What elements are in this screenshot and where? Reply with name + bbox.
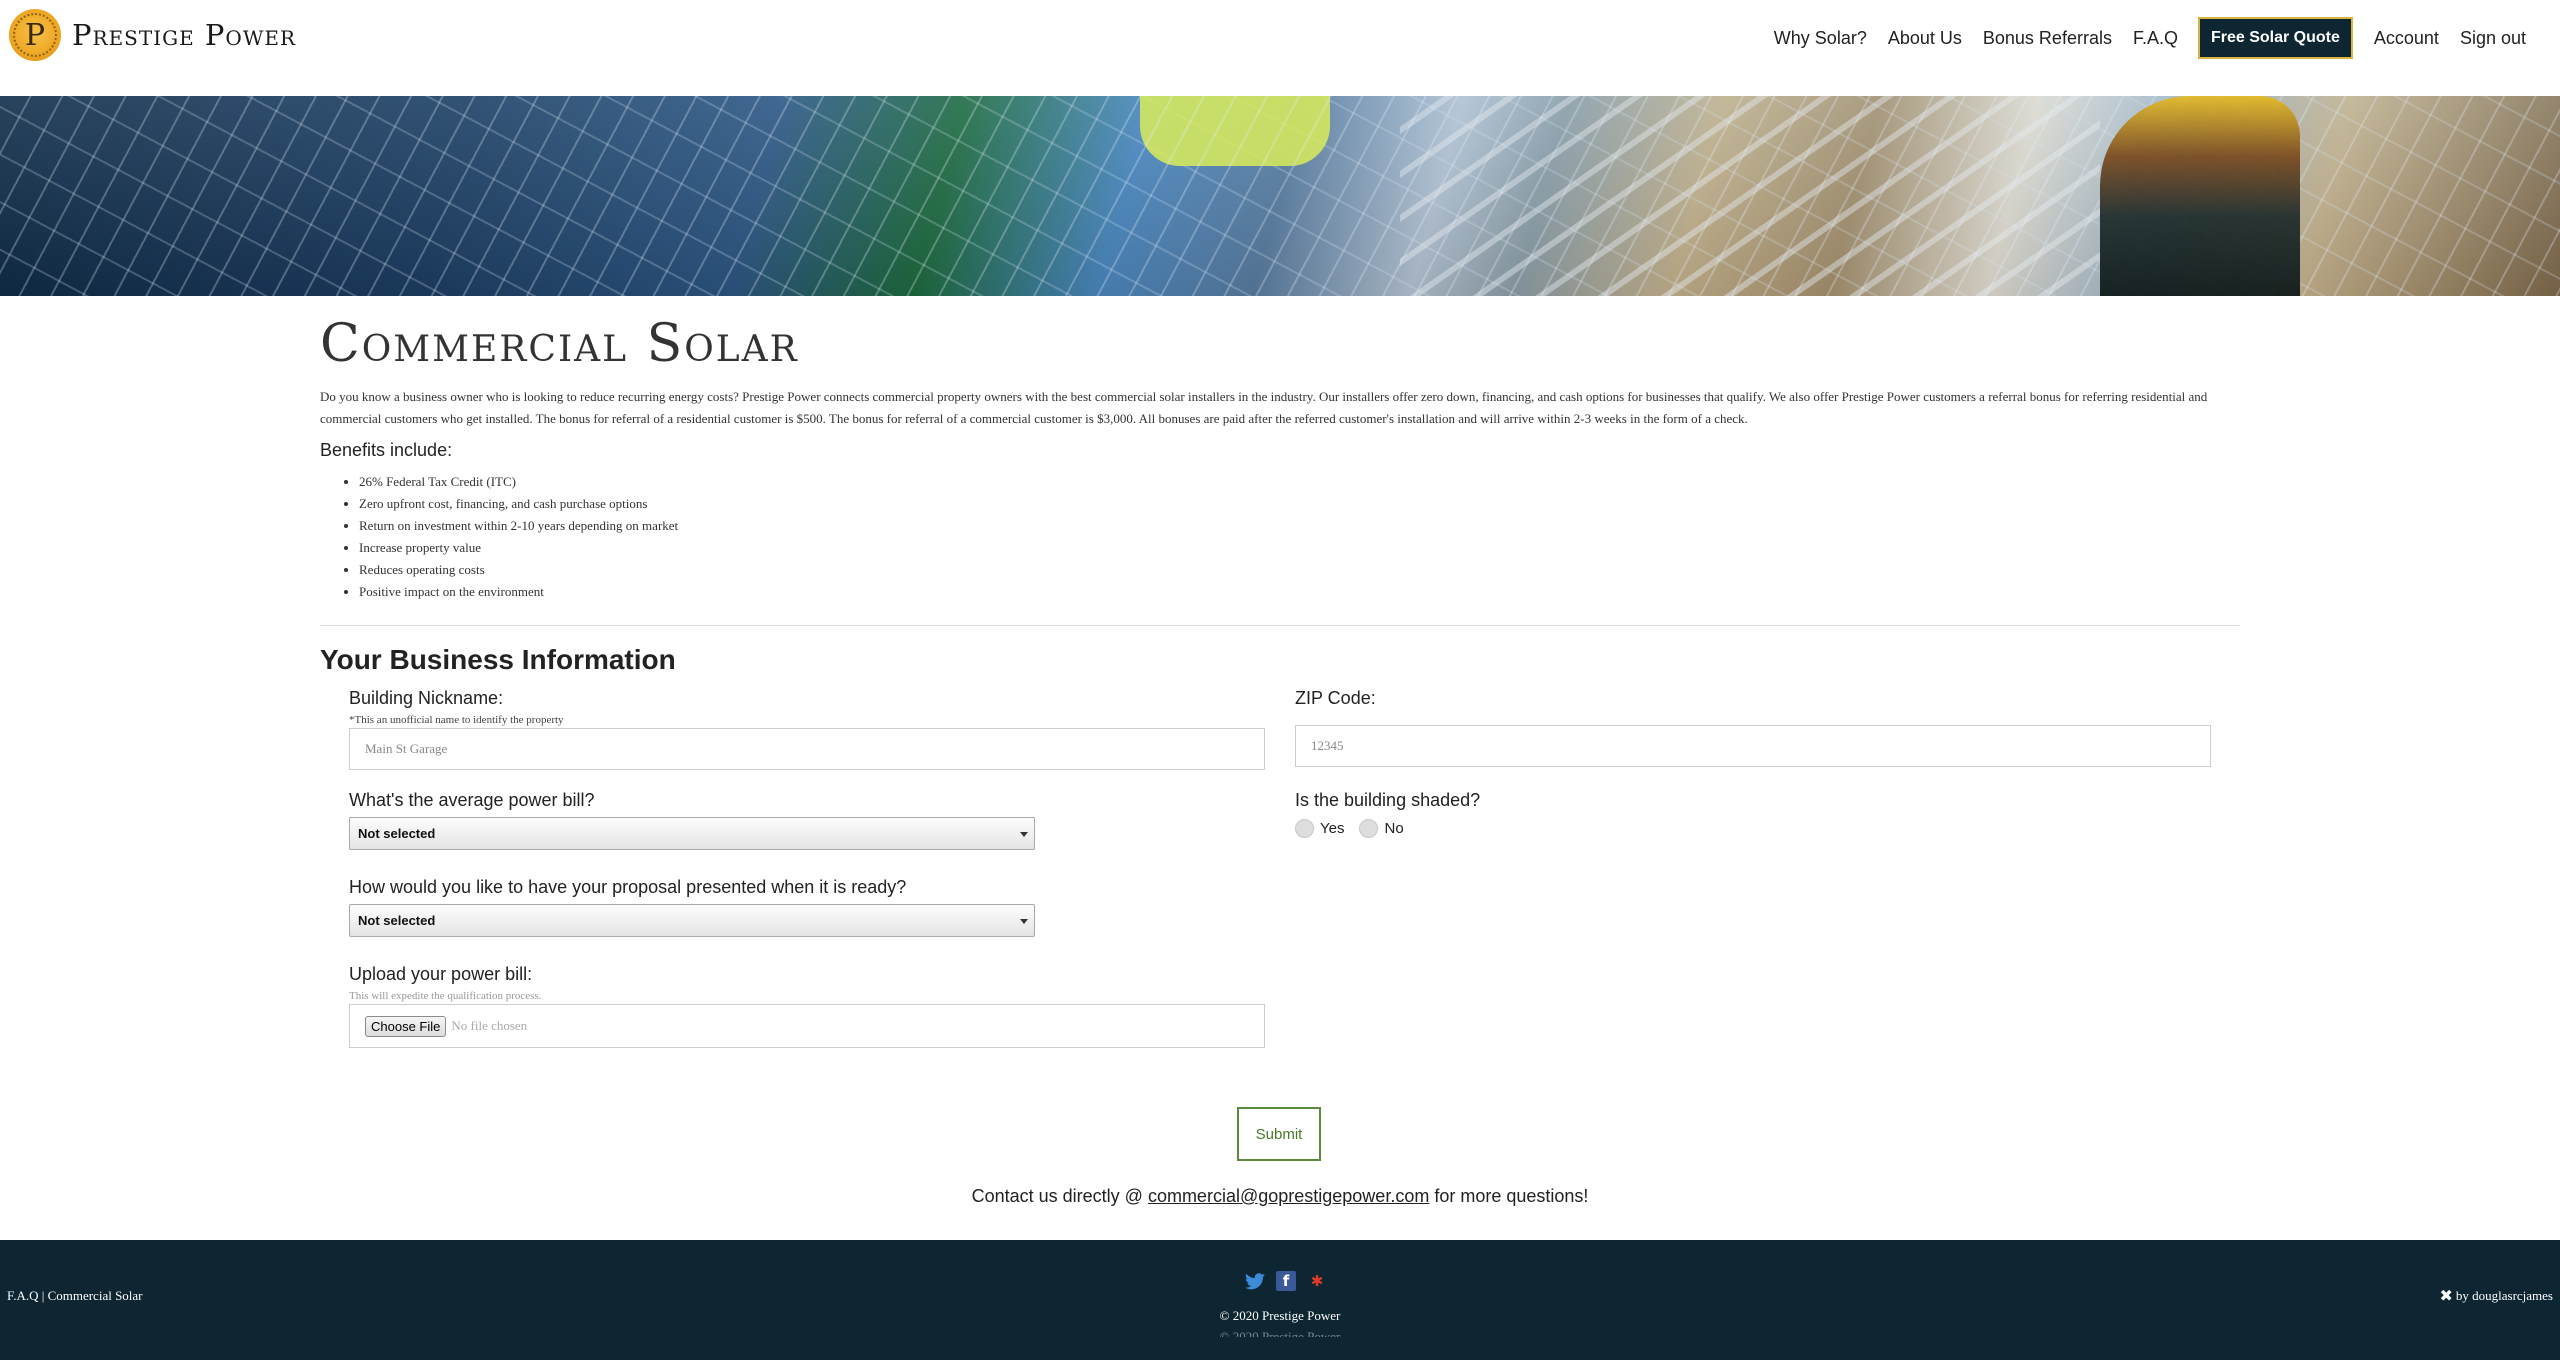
- section-divider: [320, 625, 2240, 626]
- benefit-item: Positive impact on the environment: [359, 581, 2240, 603]
- proposal-format-label: How would you like to have your proposal…: [349, 877, 907, 897]
- free-solar-quote-button[interactable]: Free Solar Quote: [2197, 17, 2353, 59]
- intro-paragraph: Do you know a business owner who is look…: [320, 389, 2208, 426]
- social-links: f ✱: [1245, 1271, 1338, 1291]
- power-bill-file-input[interactable]: Choose File No file chosen: [349, 1004, 1265, 1048]
- business-info-form: Building Nickname: *This an unofficial n…: [320, 676, 2240, 1096]
- upload-hint: This will expedite the qualification pro…: [349, 990, 542, 1002]
- copyright-duplicate: © 2020 Prestige Power: [1219, 1329, 1341, 1337]
- shaded-yes-label[interactable]: Yes: [1320, 820, 1344, 837]
- building-nickname-hint: *This an unofficial name to identify the…: [349, 714, 564, 726]
- brand-home-link[interactable]: P Prestige Power: [9, 9, 296, 61]
- chevron-down-icon: [1020, 832, 1028, 837]
- wrench-icon: ✖: [2439, 1288, 2453, 1305]
- footer-breadcrumb: F.A.Q | Commercial Solar: [7, 1288, 143, 1303]
- contact-line: Contact us directly @ commercial@goprest…: [320, 1186, 2240, 1207]
- nav-about-us[interactable]: About Us: [1888, 28, 1962, 49]
- chevron-down-icon: [1020, 919, 1028, 924]
- nav-why-solar[interactable]: Why Solar?: [1774, 28, 1867, 49]
- choose-file-button[interactable]: Choose File: [365, 1015, 447, 1037]
- facebook-icon[interactable]: f: [1276, 1271, 1296, 1291]
- benefit-item: Increase property value: [359, 537, 2240, 559]
- power-bill-select-value: Not selected: [358, 826, 436, 841]
- business-info-heading: Your Business Information: [320, 644, 676, 675]
- benefits-list: 26% Federal Tax Credit (ITC) Zero upfron…: [359, 471, 2240, 603]
- nav-faq[interactable]: F.A.Q: [2133, 28, 2178, 49]
- twitter-icon[interactable]: [1245, 1271, 1265, 1291]
- contact-email-link[interactable]: commercial@goprestigepower.com: [1148, 1186, 1429, 1206]
- hero-banner-image: [0, 96, 2560, 296]
- benefit-item: 26% Federal Tax Credit (ITC): [359, 471, 2240, 493]
- file-status: No file chosen: [451, 1018, 528, 1033]
- yelp-icon[interactable]: ✱: [1307, 1271, 1327, 1291]
- power-bill-label: What's the average power bill?: [349, 790, 595, 810]
- upload-power-bill-label: Upload your power bill:: [349, 964, 533, 984]
- main-content: Commercial Solar Do you know a business …: [320, 296, 2240, 1206]
- contact-prefix: Contact us directly @: [971, 1186, 1148, 1206]
- proposal-format-select[interactable]: Not selected: [349, 904, 1035, 937]
- shaded-no-radio[interactable]: [1359, 819, 1379, 838]
- submit-button[interactable]: Submit: [1237, 1107, 1321, 1161]
- building-shaded-label: Is the building shaded?: [1295, 790, 1481, 810]
- zip-code-input[interactable]: 12345: [1295, 725, 2211, 767]
- building-shaded-radio-group: Yes No: [1295, 819, 1419, 838]
- zip-code-label: ZIP Code:: [1295, 688, 1376, 708]
- main-nav: Why Solar? About Us Bonus Referrals F.A.…: [1753, 16, 2526, 60]
- benefits-heading: Benefits include:: [320, 440, 453, 460]
- nav-account[interactable]: Account: [2374, 28, 2439, 49]
- footer: F.A.Q | Commercial Solar f ✱ © 2020 Pres…: [0, 1240, 2560, 1360]
- building-nickname-input[interactable]: Main St Garage: [349, 728, 1265, 770]
- prestige-power-logo-icon: P: [9, 9, 61, 61]
- shaded-no-label[interactable]: No: [1384, 820, 1403, 837]
- shaded-yes-radio[interactable]: [1295, 819, 1314, 838]
- benefit-item: Zero upfront cost, financing, and cash p…: [359, 493, 2240, 515]
- benefit-item: Return on investment within 2-10 years d…: [359, 515, 2240, 537]
- benefit-item: Reduces operating costs: [359, 559, 2240, 581]
- brand-name: Prestige Power: [72, 18, 297, 52]
- copyright: © 2020 Prestige Power: [1219, 1308, 1341, 1323]
- credit-text: by douglasrcjames: [2455, 1288, 2553, 1303]
- nav-bonus-referrals[interactable]: Bonus Referrals: [1983, 28, 2112, 49]
- page-title: Commercial Solar: [320, 314, 799, 374]
- building-nickname-label: Building Nickname:: [349, 688, 504, 708]
- contact-suffix: for more questions!: [1429, 1186, 1589, 1206]
- navbar: P Prestige Power Why Solar? About Us Bon…: [0, 0, 2560, 96]
- footer-credit[interactable]: ✖ by douglasrcjames: [2439, 1286, 2553, 1306]
- nav-sign-out[interactable]: Sign out: [2460, 28, 2526, 49]
- proposal-format-select-value: Not selected: [358, 913, 436, 928]
- power-bill-select[interactable]: Not selected: [349, 817, 1035, 850]
